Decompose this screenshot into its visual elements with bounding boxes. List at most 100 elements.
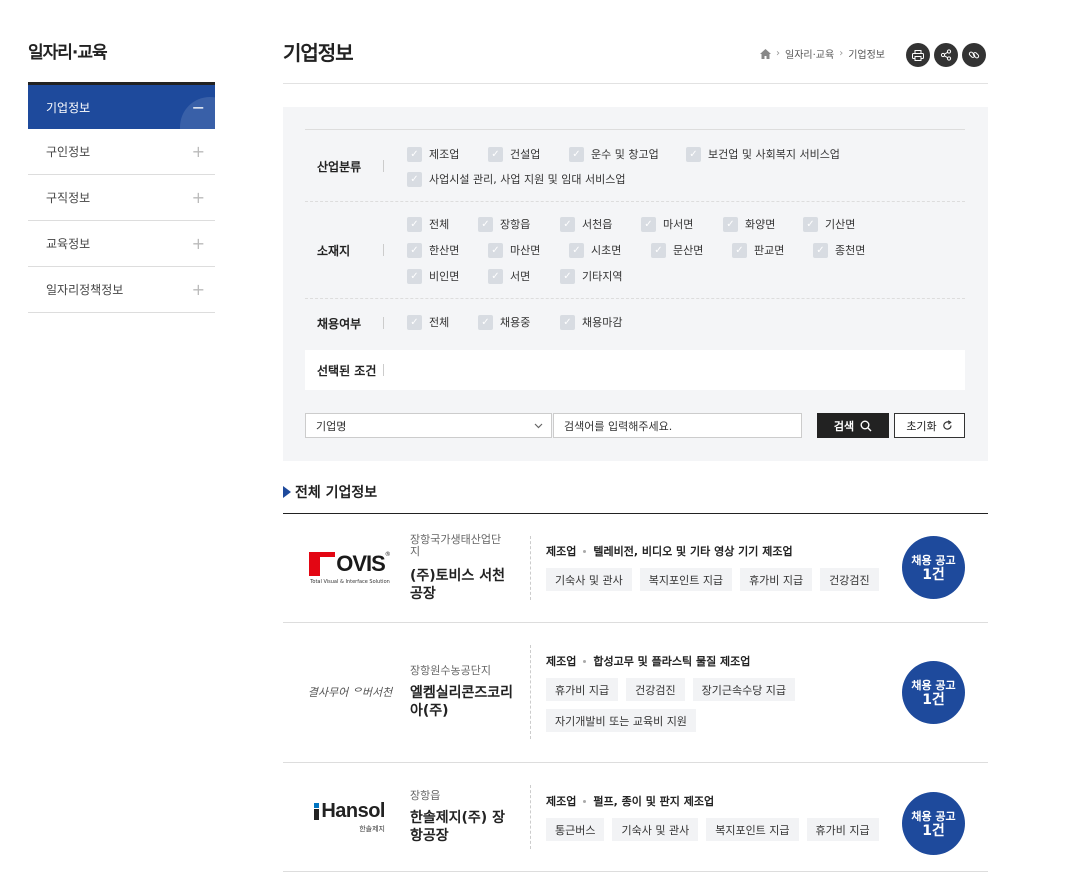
check-icon: ✓ bbox=[407, 314, 422, 330]
home-icon[interactable] bbox=[760, 48, 771, 59]
company-card[interactable]: Hansol 한솔제지 장항읍 한솔제지(주) 장항공장 제조업 펄프, 종이 … bbox=[283, 763, 988, 872]
company-name[interactable]: 엘켐실리콘즈코리아(주) bbox=[410, 684, 515, 720]
reset-button-label: 초기화 bbox=[906, 419, 937, 433]
industry-category: 제조업 bbox=[546, 655, 577, 668]
breadcrumb-separator: › bbox=[776, 48, 780, 59]
search-input[interactable]: 검색어를 입력해주세요. bbox=[553, 413, 802, 438]
expand-icon: + bbox=[191, 280, 205, 299]
checkbox-hiring[interactable]: ✓ 전체 bbox=[407, 314, 449, 330]
sidebar-item-job-seekers[interactable]: 구직정보 + bbox=[28, 175, 215, 221]
checkbox-location[interactable]: ✓ 마서면 bbox=[641, 216, 693, 232]
checkbox-label: 시초면 bbox=[591, 244, 622, 257]
breadcrumb-separator: › bbox=[839, 48, 844, 59]
company-name[interactable]: 한솔제지(주) 장항공장 bbox=[410, 809, 515, 845]
checkbox-industry[interactable]: ✓ 운수 및 창고업 bbox=[569, 146, 659, 162]
industry-detail: 펄프, 종이 및 판지 제조업 bbox=[593, 795, 715, 808]
sidebar-item-job-offers[interactable]: 구인정보 + bbox=[28, 129, 215, 175]
checkbox-label: 마산면 bbox=[510, 244, 541, 257]
benefit-tag: 휴가비 지급 bbox=[740, 568, 813, 591]
print-button[interactable] bbox=[906, 43, 930, 67]
check-icon: ✓ bbox=[686, 146, 701, 162]
checkbox-location[interactable]: ✓ 종천면 bbox=[813, 242, 865, 258]
company-location: 장항원수농공단지 bbox=[410, 664, 491, 677]
company-location: 장항읍 bbox=[410, 789, 441, 802]
check-icon: ✓ bbox=[407, 242, 422, 258]
checkbox-location[interactable]: ✓ 문산면 bbox=[651, 242, 703, 258]
checkbox-industry[interactable]: ✓ 제조업 bbox=[407, 146, 459, 162]
logo-caption: 한솔제지 bbox=[359, 825, 385, 833]
checkbox-industry[interactable]: ✓ 보건업 및 사회복지 서비스업 bbox=[686, 146, 840, 162]
check-icon: ✓ bbox=[641, 216, 656, 232]
search-type-select[interactable]: 기업명 bbox=[305, 413, 552, 438]
badge-count: 1건 bbox=[922, 566, 945, 583]
check-icon: ✓ bbox=[407, 171, 422, 187]
benefit-tag: 휴가비 지급 bbox=[806, 818, 879, 841]
sidebar-item-job-policy[interactable]: 일자리정책정보 + bbox=[28, 267, 215, 313]
industry-category: 제조업 bbox=[546, 545, 577, 558]
check-icon: ✓ bbox=[813, 242, 828, 258]
badge-label: 채용 공고 bbox=[911, 553, 956, 567]
checkbox-label: 기타지역 bbox=[582, 270, 623, 283]
check-icon: ✓ bbox=[569, 242, 584, 258]
checkbox-label: 장항읍 bbox=[500, 218, 531, 231]
checkbox-location[interactable]: ✓ 시초면 bbox=[569, 242, 621, 258]
expand-icon: + bbox=[191, 188, 205, 207]
chevron-down-icon bbox=[534, 423, 543, 428]
job-posting-badge[interactable]: 채용 공고 1건 bbox=[902, 661, 965, 724]
collapse-icon: − bbox=[191, 97, 205, 117]
company-card[interactable]: OVIS ® Total Visual & Interface Solution … bbox=[283, 514, 988, 623]
checkbox-location[interactable]: ✓ 화양면 bbox=[723, 216, 775, 232]
checkbox-location[interactable]: ✓ 판교면 bbox=[732, 242, 784, 258]
search-button[interactable]: 검색 bbox=[817, 413, 889, 438]
benefit-tag: 복지포인트 지급 bbox=[639, 568, 733, 591]
checkbox-location[interactable]: ✓ 비인면 bbox=[407, 268, 459, 284]
share-button[interactable] bbox=[934, 43, 958, 67]
filter-row-location: 소재지 ✓ 전체 ✓ 장항읍 ✓ 서천읍 ✓ 마서면 ✓ 화양면 ✓ 기산면 ✓ 한산면 ✓ 마… bbox=[305, 201, 965, 298]
divider bbox=[530, 785, 531, 849]
checkbox-industry[interactable]: ✓ 건설업 bbox=[488, 146, 540, 162]
company-card[interactable]: 결사무어 ᄋ버서천 장항원수농공단지 엘켐실리콘즈코리아(주) 제조업 합성고무… bbox=[283, 623, 988, 763]
checkbox-label: 채용마감 bbox=[582, 316, 623, 329]
checkbox-location[interactable]: ✓ 서천읍 bbox=[560, 216, 612, 232]
title-marker-icon bbox=[283, 486, 291, 498]
job-posting-badge[interactable]: 채용 공고 1건 bbox=[902, 536, 965, 599]
selected-conditions: 선택된 조건 bbox=[305, 350, 965, 390]
check-icon: ✓ bbox=[478, 314, 493, 330]
job-posting-badge[interactable]: 채용 공고 1건 bbox=[902, 792, 965, 855]
selected-conditions-label: 선택된 조건 bbox=[317, 364, 377, 378]
logo-text: 결사무어 ᄋ버서천 bbox=[307, 686, 393, 699]
check-icon: ✓ bbox=[488, 146, 503, 162]
checkbox-location[interactable]: ✓ 전체 bbox=[407, 216, 449, 232]
checkbox-location[interactable]: ✓ 한산면 bbox=[407, 242, 459, 258]
sidebar-item-education[interactable]: 교육정보 + bbox=[28, 221, 215, 267]
sidebar-menu: 기업정보 − 구인정보 + 구직정보 + 교육정보 + 일자리정책정보 + bbox=[28, 82, 215, 313]
checkbox-location[interactable]: ✓ 장항읍 bbox=[478, 216, 530, 232]
sidebar-item-company-info[interactable]: 기업정보 − bbox=[28, 82, 215, 129]
filter-panel: 산업분류 ✓ 제조업 ✓ 건설업 ✓ 운수 및 창고업 ✓ 보건업 및 사회복지 서비스… bbox=[283, 107, 988, 461]
checkbox-label: 한산면 bbox=[429, 244, 460, 257]
tovis-wordmark: OVIS ® bbox=[309, 551, 391, 577]
link-copy-button[interactable] bbox=[962, 43, 986, 67]
checkbox-label: 전체 bbox=[429, 316, 450, 329]
reset-button[interactable]: 초기화 bbox=[894, 413, 965, 438]
checkbox-location[interactable]: ✓ 기타지역 bbox=[560, 268, 622, 284]
checkbox-location[interactable]: ✓ 기산면 bbox=[803, 216, 855, 232]
hansol-mark-icon bbox=[314, 803, 320, 820]
expand-icon: + bbox=[191, 142, 205, 161]
badge-label: 채용 공고 bbox=[911, 809, 956, 823]
checkbox-hiring[interactable]: ✓ 채용마감 bbox=[560, 314, 622, 330]
filter-label: 산업분류 bbox=[317, 160, 362, 174]
company-logo-elkem: 결사무어 ᄋ버서천 bbox=[305, 679, 395, 705]
dot-separator bbox=[583, 659, 587, 663]
filter-row-industry: 산업분류 ✓ 제조업 ✓ 건설업 ✓ 운수 및 창고업 ✓ 보건업 및 사회복지 서비스… bbox=[305, 129, 965, 201]
checkbox-industry[interactable]: ✓ 사업시설 관리, 사업 지원 및 임대 서비스업 bbox=[407, 171, 626, 187]
hansol-wordmark: Hansol bbox=[314, 800, 385, 823]
checkbox-location[interactable]: ✓ 서면 bbox=[488, 268, 530, 284]
check-icon: ✓ bbox=[651, 242, 666, 258]
breadcrumb-item[interactable]: 일자리·교육 bbox=[785, 46, 834, 61]
checkbox-location[interactable]: ✓ 마산면 bbox=[488, 242, 540, 258]
industry-detail: 합성고무 및 플라스틱 물질 제조업 bbox=[593, 655, 751, 668]
checkbox-hiring[interactable]: ✓ 채용중 bbox=[478, 314, 530, 330]
company-name[interactable]: (주)토비스 서천공장 bbox=[410, 567, 515, 603]
check-icon: ✓ bbox=[560, 314, 575, 330]
